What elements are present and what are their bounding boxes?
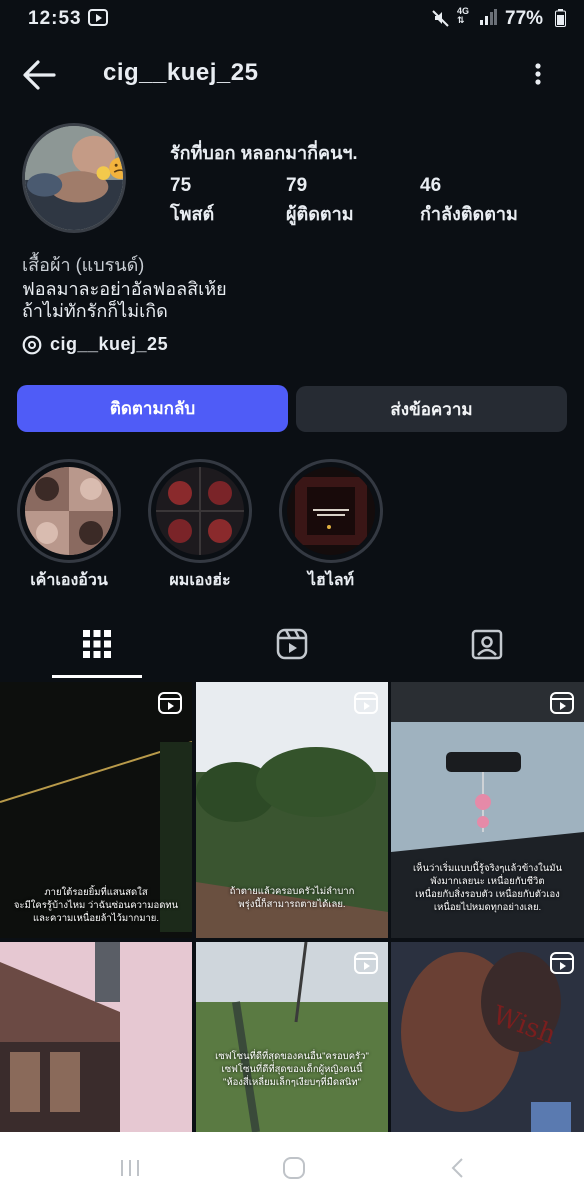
- signal-icon: [480, 9, 497, 25]
- post-3[interactable]: เห็นว่าเริ่มแบบนี้รู้จริงๆแล้วข้างในมัน …: [391, 682, 584, 938]
- post-2[interactable]: ถ้าตายแล้วครอบครัวไม่ลำบาก พรุ่งนี้ก็สาม…: [196, 682, 388, 938]
- recent-apps-icon[interactable]: [118, 1158, 142, 1178]
- highlight-1-cover: [25, 467, 113, 555]
- data-arrows-icon: ⇅: [457, 15, 465, 25]
- stat-followers-value: 79: [286, 175, 308, 196]
- grid-icon[interactable]: [80, 627, 114, 661]
- highlight-2[interactable]: [148, 459, 252, 563]
- reels-icon[interactable]: [275, 627, 309, 661]
- battery-icon: [555, 9, 566, 27]
- tagged-icon[interactable]: [470, 627, 504, 661]
- highlight-1-label: เค้าเองอ้วน: [30, 572, 108, 589]
- profile-avatar[interactable]: [22, 123, 126, 233]
- message-button[interactable]: ส่งข้อความ: [296, 386, 567, 432]
- stat-followers[interactable]: 79 ผู้ติดตาม: [286, 175, 354, 228]
- battery-percent: 77%: [505, 8, 544, 29]
- post-4-image: [0, 942, 192, 1132]
- highlight-2-label: ผมเองฮ่ะ: [169, 572, 231, 589]
- highlight-2-cover: [156, 467, 244, 555]
- reel-badge-icon: [550, 952, 574, 974]
- post-5[interactable]: เซฟโซนที่ดีที่สุดของคนอื่น"ครอบครัว" เซฟ…: [196, 942, 388, 1132]
- post-5-caption: เซฟโซนที่ดีที่สุดของคนอื่น"ครอบครัว" เซฟ…: [215, 1051, 369, 1088]
- profile-bio-line: รักที่บอก หลอกมากี่คนฯ.: [170, 143, 358, 163]
- post-3-caption: เห็นว่าเริ่มแบบนี้รู้จริงๆแล้วข้างในมัน …: [412, 863, 563, 913]
- profile-bio-line-2: ถ้าไม่ทักรักก็ไม่เกิด: [22, 301, 168, 321]
- highlight-3[interactable]: [279, 459, 383, 563]
- post-1[interactable]: ภายใต้รอยยิ้มที่แสนสดใส จะมีใครรู้บ้างไห…: [0, 682, 192, 938]
- reel-badge-icon: [354, 692, 378, 714]
- more-options-icon[interactable]: [530, 60, 546, 90]
- stat-following-label: กำลังติดตาม: [420, 204, 518, 224]
- highlight-1[interactable]: [17, 459, 121, 563]
- mute-icon: [432, 10, 449, 27]
- stat-followers-label: ผู้ติดตาม: [286, 204, 354, 224]
- post-6[interactable]: Wish: [391, 942, 584, 1132]
- stat-posts[interactable]: 75 โพสต์: [170, 175, 214, 228]
- back-arrow-icon[interactable]: [22, 59, 56, 91]
- post-1-caption: ภายใต้รอยยิ้มที่แสนสดใส จะมีใครรู้บ้างไห…: [13, 887, 179, 924]
- active-tab-indicator: [52, 675, 142, 678]
- threads-link[interactable]: cig__kuej_25: [50, 334, 168, 355]
- follow-back-button[interactable]: ติดตามกลับ: [17, 385, 288, 432]
- reel-badge-icon: [158, 692, 182, 714]
- stat-following[interactable]: 46 กำลังติดตาม: [420, 175, 518, 228]
- nav-back-icon[interactable]: [448, 1157, 468, 1179]
- avatar-photo: [25, 126, 123, 230]
- stat-posts-value: 75: [170, 175, 192, 196]
- highlight-3-cover: [287, 467, 375, 555]
- post-4[interactable]: [0, 942, 192, 1132]
- stat-following-value: 46: [420, 175, 442, 196]
- youtube-notification-icon: [88, 9, 108, 26]
- network-type: 4G ⇅: [457, 7, 469, 25]
- threads-icon[interactable]: [22, 335, 42, 355]
- stat-posts-label: โพสต์: [170, 204, 215, 224]
- reel-badge-icon: [354, 952, 378, 974]
- post-2-caption: ถ้าตายแล้วครอบครัวไม่ลำบาก พรุ่งนี้ก็สาม…: [229, 886, 355, 910]
- profile-username: cig__kuej_25: [103, 59, 259, 86]
- home-icon[interactable]: [282, 1156, 306, 1180]
- highlight-3-label: ไฮไลท์: [307, 572, 355, 589]
- status-bar: 12:53 4G ⇅ 77%: [0, 0, 584, 38]
- reel-badge-icon: [550, 692, 574, 714]
- status-time: 12:53: [28, 8, 82, 29]
